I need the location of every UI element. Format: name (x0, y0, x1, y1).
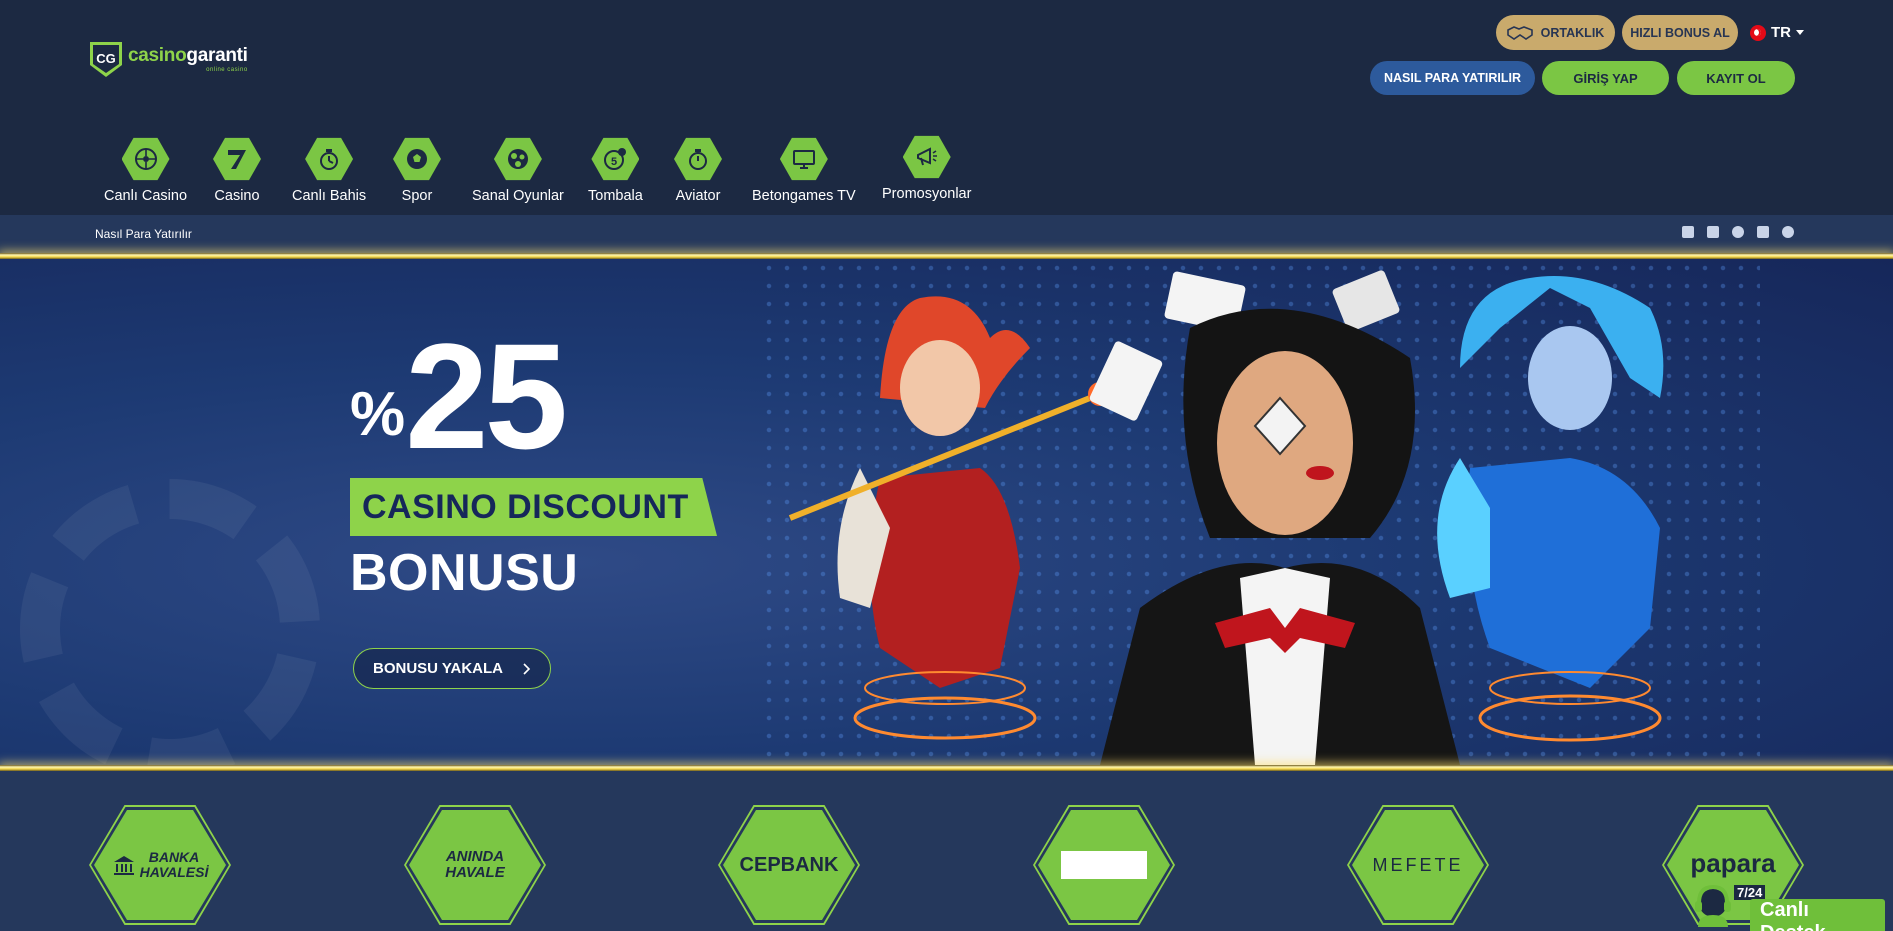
how-to-deposit-button[interactable]: NASIL PARA YATIRILIR (1370, 61, 1535, 95)
nav-label: Casino (214, 188, 260, 204)
nav-item-canli-casino[interactable]: Canlı Casino (104, 136, 187, 204)
payment-label: CEPBANK (739, 853, 839, 876)
quick-bonus-button[interactable]: HIZLI BONUS AL (1622, 15, 1738, 50)
stopwatch-icon (320, 149, 339, 170)
payment-label: BANKA (148, 849, 200, 866)
how-to-deposit-link[interactable]: Nasıl Para Yatırılır (95, 227, 192, 241)
quick-bonus-label: HIZLI BONUS AL (1630, 25, 1730, 40)
nav-item-casino[interactable]: Casino (213, 136, 261, 204)
nav-item-promosyonlar[interactable]: Promosyonlar (882, 134, 971, 202)
nav-item-betongames-tv[interactable]: Betongames TV (752, 136, 856, 204)
payment-label: papara (1690, 848, 1776, 878)
payment-label: ANINDA (445, 848, 505, 866)
percent-sign: % (350, 380, 406, 449)
nav-label: Canlı Casino (104, 188, 188, 204)
pinterest-icon[interactable] (1782, 226, 1794, 238)
nav-item-spor[interactable]: Spor (393, 136, 441, 204)
promo-band: CASINO DISCOUNT (350, 478, 717, 536)
partner-button-label: ORTAKLIK (1540, 25, 1605, 40)
payment-logo-placeholder (1061, 851, 1147, 879)
nav-item-sanal-oyunlar[interactable]: Sanal Oyunlar (472, 136, 564, 204)
twitter-icon[interactable] (1707, 226, 1719, 238)
nav-label: Spor (401, 188, 433, 204)
partner-button[interactable]: ORTAKLIK (1496, 15, 1615, 50)
promo-percentage: % 25 (350, 312, 568, 480)
nav-label: Canlı Bahis (292, 188, 367, 204)
site-header: CG casinogaranti online casino ORTAKLIK … (0, 0, 1893, 215)
jester-character-graphic (788, 296, 1112, 740)
turkey-flag-icon (1750, 24, 1766, 41)
payment-mefete[interactable]: MEFETE (1347, 805, 1489, 925)
live-support-widget[interactable]: 7/24 Canlı Destek (1690, 881, 1885, 931)
grab-bonus-button[interactable]: BONUSU YAKALA (353, 648, 551, 689)
chevron-down-icon (1796, 30, 1804, 35)
nav-label: Aviator (675, 188, 721, 204)
slot-seven-icon (228, 150, 246, 169)
payment-banka-havalesi[interactable]: BANKA HAVALESİ (89, 805, 231, 925)
logo-brand-part1: casino (128, 44, 187, 66)
nav-label: Betongames TV (752, 188, 856, 204)
grab-bonus-label: BONUSU YAKALA (372, 660, 504, 677)
nav-item-canli-bahis[interactable]: Canlı Bahis (292, 136, 366, 204)
language-code: TR (1771, 24, 1791, 41)
roulette-icon (134, 148, 157, 170)
nav-label: Tombala (588, 188, 643, 204)
logo-brand-part2: garanti (186, 44, 248, 66)
payment-method-blank[interactable] (1033, 805, 1175, 925)
support-label: Canlı Destek (1750, 899, 1885, 931)
virtual-games-icon (507, 149, 528, 169)
social-links (1682, 226, 1794, 238)
casino-chip-graphic (20, 479, 320, 765)
soccer-ball-icon (407, 149, 427, 169)
info-bar: Nasıl Para Yatırılır (0, 215, 1893, 253)
payment-label: MEFETE (1372, 854, 1464, 875)
payment-cepbank[interactable]: CEPBANK (718, 805, 860, 925)
nav-item-tombala[interactable]: 5 Tombala (588, 136, 643, 204)
tv-icon (792, 150, 815, 169)
instagram-icon[interactable] (1732, 226, 1744, 238)
login-button[interactable]: GİRİŞ YAP (1542, 61, 1669, 95)
promo-band-text: CASINO DISCOUNT (362, 487, 689, 526)
language-selector[interactable]: TR (1750, 24, 1804, 41)
stopwatch-icon (689, 149, 707, 170)
payment-label: HAVALE (445, 864, 505, 881)
youtube-icon[interactable] (1757, 226, 1769, 238)
logo-shield-icon: CG (90, 42, 122, 77)
register-button[interactable]: KAYIT OL (1677, 61, 1795, 95)
hero-characters-illustration (788, 270, 1664, 765)
percent-value: 25 (405, 312, 568, 480)
support-agent-icon (1695, 884, 1731, 927)
nav-item-aviator[interactable]: Aviator (674, 136, 722, 204)
ice-jester-character-graphic (1437, 276, 1664, 742)
logo-tagline: online casino (206, 66, 248, 73)
bank-icon (113, 856, 134, 875)
site-logo[interactable]: CG casinogaranti online casino (88, 36, 248, 82)
payment-aninda-havale[interactable]: ANINDA HAVALE (404, 805, 546, 925)
payment-label: HAVALESİ (139, 864, 209, 880)
megaphone-icon (916, 147, 937, 166)
nav-label: Promosyonlar (882, 186, 972, 202)
svg-text:CG: CG (96, 51, 116, 66)
main-nav: Canlı Casino Casino Canlı Bahis Spor San… (0, 134, 1000, 206)
support-hours-badge: 7/24 (1734, 885, 1766, 900)
chevron-right-icon (523, 662, 531, 675)
bingo-ball-icon: 5 (604, 148, 627, 170)
handshake-icon (1506, 25, 1533, 40)
promo-bonus-word: BONUSU (350, 544, 579, 602)
payment-methods: BANKA HAVALESİ ANINDA HAVALE CEPBANK MEFET… (0, 771, 1893, 931)
nav-label: Sanal Oyunlar (472, 188, 564, 204)
facebook-icon[interactable] (1682, 226, 1694, 238)
svg-text:5: 5 (611, 156, 617, 168)
